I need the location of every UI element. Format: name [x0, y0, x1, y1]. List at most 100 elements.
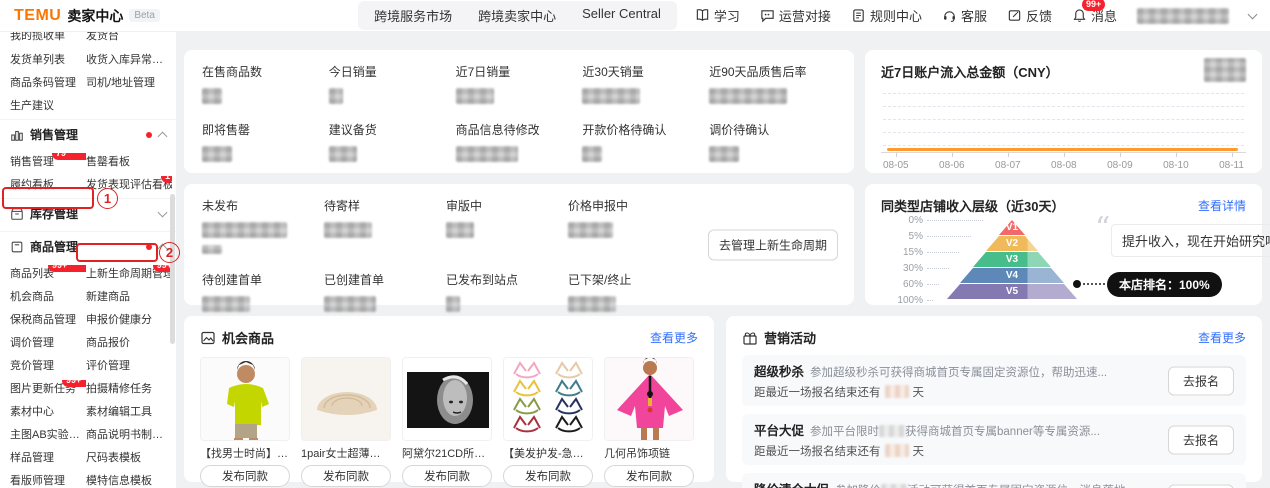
x-axis-tick: 08-06: [939, 155, 965, 171]
headset-icon: [942, 8, 957, 23]
redacted-text: [879, 425, 905, 437]
sidebar-item-bonded-product-management[interactable]: 保税商品管理: [10, 311, 86, 327]
sidebar-section-product[interactable]: 商品管理: [0, 231, 176, 261]
messages-menu[interactable]: 消息 99+: [1072, 6, 1117, 25]
product-section-title: 商品管理: [30, 238, 78, 255]
nav-cross-border-service-market[interactable]: 跨境服务市场: [374, 6, 452, 25]
collapse-chevron-icon[interactable]: [158, 132, 168, 142]
redacted-days: [885, 385, 909, 398]
x-axis-tick: 08-11: [1219, 155, 1244, 171]
product-card[interactable]: 【找男士时尚】Fruit... 发布同款: [200, 357, 290, 487]
opportunity-title: 机会商品: [222, 328, 274, 347]
tier-tick-5: 5%: [887, 231, 923, 242]
feedback-label: 反馈: [1026, 6, 1052, 25]
nav-cross-border-seller-center[interactable]: 跨境卖家中心: [478, 6, 556, 25]
sidebar-item-production-suggestion[interactable]: 生产建议: [10, 97, 86, 113]
expand-chevron-icon[interactable]: [158, 207, 168, 217]
signup-button[interactable]: 去报名: [1168, 484, 1234, 488]
sidebar-item-model-info-template[interactable]: 模特信息模板: [86, 472, 172, 488]
product-image-cat-ear-headbands: [503, 357, 593, 441]
sidebar-item-barcode-management[interactable]: 商品条码管理: [10, 74, 86, 90]
customer-service-menu[interactable]: 客服: [942, 6, 987, 25]
sidebar-item-shipping-performance-board[interactable]: 发货表现评估看板1: [86, 176, 172, 192]
marketing-title: 营销活动: [764, 328, 816, 347]
product-image-lime-tshirt-man: [200, 357, 290, 441]
avatar[interactable]: [1137, 8, 1229, 24]
product-card[interactable]: 1pair女士超薄透气... 发布同款: [301, 357, 391, 487]
activity-title: 超级秒杀: [754, 365, 804, 379]
sidebar-item-material-center[interactable]: 素材中心: [10, 403, 86, 419]
product-card[interactable]: 几何吊饰项链 发布同款: [604, 357, 694, 487]
sidebar-item-opportunity-products[interactable]: 机会商品: [10, 288, 86, 304]
pyramid-tier-v2: V2: [947, 236, 1077, 251]
sidebar-item-review-management[interactable]: 评价管理: [86, 357, 172, 373]
stat-price-pending-confirm: 开款价格待确认: [582, 121, 709, 163]
redacted-value: [568, 296, 616, 312]
opportunity-view-more-link[interactable]: 查看更多: [650, 329, 698, 346]
sidebar-item-price-adjustment[interactable]: 调价管理: [10, 334, 86, 350]
sidebar-item-sample-management[interactable]: 样品管理: [10, 449, 86, 465]
document-icon: [851, 8, 866, 23]
redacted-value: [568, 222, 613, 238]
sidebar-item-material-editor[interactable]: 素材编辑工具: [86, 403, 172, 419]
product-card[interactable]: 【美发护发-急招】1... 发布同款: [503, 357, 593, 487]
sidebar-item-shipping-desk[interactable]: 发货台: [86, 32, 172, 43]
product-card[interactable]: 阿黛尔21CD所有格... 发布同款: [402, 357, 492, 487]
sidebar-item-image-update-tasks[interactable]: 图片更新任务99+: [10, 380, 86, 396]
sidebar-section-inventory[interactable]: 库存管理: [0, 198, 176, 228]
feedback-icon: [1007, 8, 1022, 23]
sidebar-item-bidding-management[interactable]: 竞价管理: [10, 357, 86, 373]
stat-today-sales: 今日销量: [329, 63, 456, 105]
tier-tick-30: 30%: [887, 263, 923, 274]
publish-same-product-button[interactable]: 发布同款: [200, 465, 290, 487]
feedback-menu[interactable]: 反馈: [1007, 6, 1052, 25]
sidebar-item-create-new-product[interactable]: 新建商品: [86, 288, 172, 304]
publish-same-product-button[interactable]: 发布同款: [604, 465, 694, 487]
signup-button[interactable]: 去报名: [1168, 366, 1234, 395]
sidebar-item-receiving-anomaly-board[interactable]: 收货入库异常看板: [86, 51, 172, 67]
nav-seller-central[interactable]: Seller Central: [582, 6, 661, 25]
chevron-down-icon[interactable]: [1248, 9, 1258, 19]
sidebar-item-soldout-board[interactable]: 售罄看板: [86, 153, 172, 169]
header-nav-group: 跨境服务市场 跨境卖家中心 Seller Central: [358, 1, 677, 30]
sidebar-item-main-image-ab-test[interactable]: 主图AB实验平台: [10, 426, 86, 442]
sidebar-item-product-quotation[interactable]: 商品报价: [86, 334, 172, 350]
revenue-tier-title: 同类型店铺收入层级（近30天）: [881, 196, 1064, 215]
sidebar-item-driver-address-management[interactable]: 司机/地址管理: [86, 74, 172, 90]
sidebar-item-pattern-maker-management[interactable]: 看版师管理: [10, 472, 86, 488]
publish-same-product-button[interactable]: 发布同款: [402, 465, 492, 487]
sidebar-item-manual-builder[interactable]: 商品说明书制作...: [86, 426, 172, 442]
header-right: 跨境服务市场 跨境卖家中心 Seller Central 学习 运营对接 规则中…: [358, 1, 1256, 30]
sidebar-item-sales-management[interactable]: 销售管理79: [10, 153, 86, 169]
operation-contact-menu[interactable]: 运营对接: [760, 6, 831, 25]
activity-title: 平台大促: [754, 424, 804, 438]
stat-delisted-terminated: 已下架/终止: [568, 271, 690, 313]
inflow-line-series: [887, 148, 1238, 151]
view-details-link[interactable]: 查看详情: [1198, 197, 1246, 214]
sidebar-item-photo-retouch-tasks[interactable]: 拍摄精修任务: [86, 380, 172, 396]
marketing-view-more-link[interactable]: 查看更多: [1198, 329, 1246, 346]
signup-button[interactable]: 去报名: [1168, 425, 1234, 454]
sidebar-item-shipping-order-list[interactable]: 发货单列表: [10, 51, 86, 67]
sidebar-item-declared-price-health[interactable]: 申报价健康分: [86, 311, 172, 327]
collapse-chevron-icon[interactable]: [158, 244, 168, 254]
sidebar-item-new-lifecycle-management[interactable]: 上新生命周期管理99+: [86, 265, 172, 281]
learn-menu[interactable]: 学习: [695, 6, 740, 25]
quote-icon: “: [1095, 214, 1110, 244]
sidebar-item-product-list[interactable]: 商品列表99+: [10, 265, 86, 281]
manage-lifecycle-button[interactable]: 去管理上新生命周期: [708, 229, 838, 260]
sidebar-item-fulfillment-board[interactable]: 履约看板: [10, 176, 86, 192]
publish-same-product-button[interactable]: 发布同款: [503, 465, 593, 487]
rule-center-menu[interactable]: 规则中心: [851, 6, 922, 25]
publish-same-product-button[interactable]: 发布同款: [301, 465, 391, 487]
sidebar: 我的揽收单 发货台 发货单列表 收货入库异常看板 商品条码管理 司机/地址管理 …: [0, 32, 176, 488]
redacted-value: [582, 146, 602, 162]
store-rank-dot: [1073, 280, 1081, 288]
sidebar-scrollbar[interactable]: [170, 194, 175, 344]
sidebar-item-my-pickup-orders[interactable]: 我的揽收单: [10, 32, 86, 43]
product-list: 【找男士时尚】Fruit... 发布同款 1pair女士超薄透气... 发布同款…: [200, 357, 698, 487]
sidebar-item-size-chart-template[interactable]: 尺码表模板: [86, 449, 172, 465]
sidebar-section-sales[interactable]: 销售管理: [0, 119, 176, 149]
store-rank-badge: 本店排名：100%: [1107, 272, 1222, 297]
stat-90day-quality-return-rate: 近90天品质售后率: [709, 63, 836, 105]
